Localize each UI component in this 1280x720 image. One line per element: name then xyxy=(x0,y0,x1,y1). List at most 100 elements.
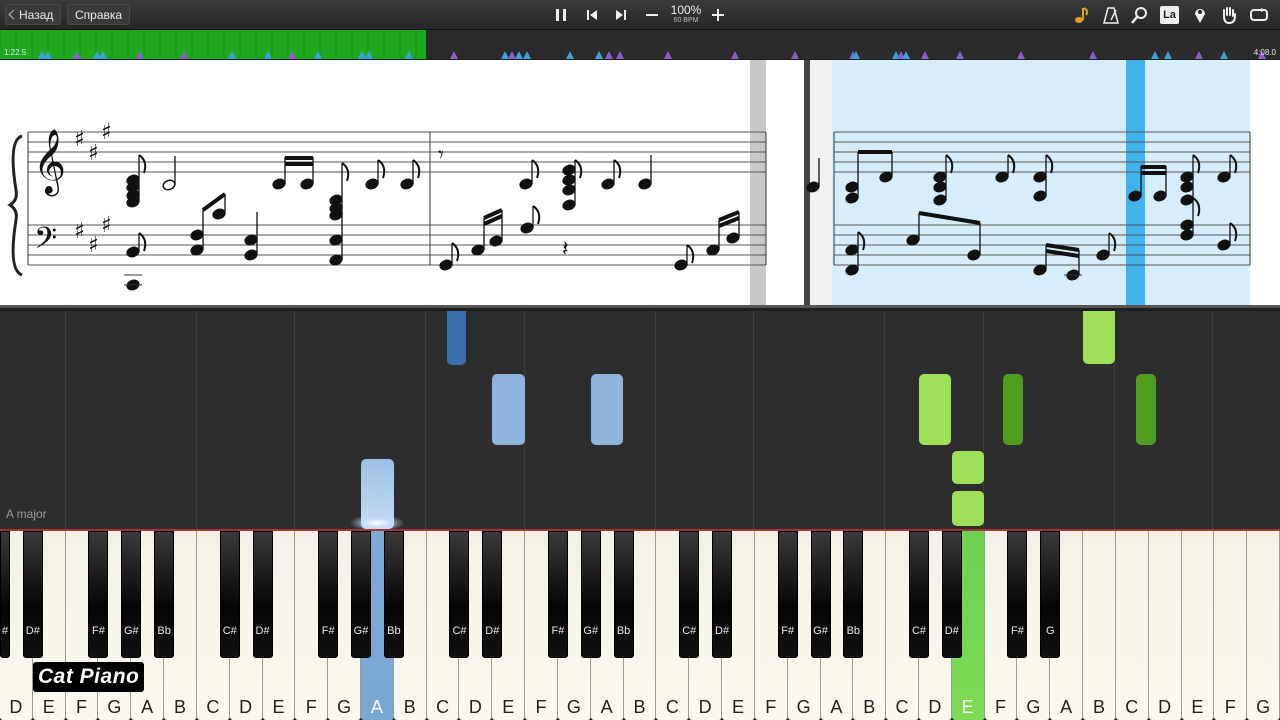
octave-divider xyxy=(1212,311,1213,529)
plus-icon[interactable] xyxy=(708,5,728,25)
black-key[interactable]: Bb xyxy=(613,531,634,658)
key-label: D xyxy=(1158,697,1172,717)
previous-icon[interactable] xyxy=(582,5,602,25)
help-button[interactable]: Справка xyxy=(67,4,131,25)
svg-text:𝄢: 𝄢 xyxy=(34,222,57,263)
black-key[interactable]: G# xyxy=(121,531,142,658)
black-key[interactable]: D# xyxy=(941,531,962,658)
key-label: G xyxy=(1045,625,1055,637)
minus-icon[interactable] xyxy=(642,5,662,25)
key-label: G# xyxy=(123,625,139,637)
octave-divider xyxy=(196,311,197,529)
key-label: G xyxy=(796,697,811,717)
black-key[interactable]: # xyxy=(0,531,10,658)
black-key[interactable]: F# xyxy=(88,531,109,658)
search-icon[interactable] xyxy=(1130,5,1150,25)
elapsed-time: 1:22.5 xyxy=(4,48,27,57)
key-label: F xyxy=(765,697,777,717)
piano-keyboard[interactable]: D E F G A B C D E F G A B C D E F G A B C D E F G A B C D E F G A B C D E F G #… xyxy=(0,529,1280,720)
key-label: G xyxy=(566,697,581,717)
key-label: A xyxy=(600,697,613,717)
black-key[interactable]: C# xyxy=(449,531,470,658)
key-label: E xyxy=(731,697,744,717)
toolbar: Назад Справка 100% 60 BPM La xyxy=(0,0,1280,30)
key-label: F# xyxy=(551,625,565,637)
octave-divider xyxy=(884,311,885,529)
pause-icon[interactable] xyxy=(551,5,571,25)
white-key-b[interactable]: B xyxy=(1083,531,1116,720)
white-key-f[interactable]: F xyxy=(1214,531,1248,720)
black-key[interactable]: D# xyxy=(252,531,273,658)
black-key[interactable]: F# xyxy=(547,531,568,658)
black-key[interactable]: G# xyxy=(810,531,831,658)
back-button[interactable]: Назад xyxy=(5,4,62,25)
black-key[interactable]: G# xyxy=(580,531,601,658)
key-label: D xyxy=(9,697,23,717)
svg-text:♯: ♯ xyxy=(88,141,99,166)
white-key-g[interactable]: G xyxy=(1247,531,1280,720)
key-label: A xyxy=(370,697,383,717)
key-label: B xyxy=(863,697,876,717)
loop-icon[interactable] xyxy=(1249,5,1269,25)
black-key[interactable]: G xyxy=(1040,531,1061,658)
svg-text:♯: ♯ xyxy=(74,219,85,244)
black-key[interactable]: F# xyxy=(777,531,798,658)
black-key[interactable]: D# xyxy=(712,531,733,658)
total-time: 4:08.0 xyxy=(1253,48,1276,57)
key-label: D# xyxy=(944,625,959,637)
zoom-readout: 100% 60 BPM xyxy=(666,4,706,24)
key-label: G xyxy=(107,697,122,717)
white-key-d[interactable]: D xyxy=(1148,531,1182,720)
metronome-icon[interactable] xyxy=(1101,5,1121,25)
key-label: G xyxy=(337,697,352,717)
key-label: E xyxy=(272,697,285,717)
key-label: A xyxy=(830,697,843,717)
svg-text:♯: ♯ xyxy=(101,120,112,145)
key-label: G# xyxy=(583,625,599,637)
black-key[interactable]: C# xyxy=(908,531,929,658)
note-bar xyxy=(492,374,525,445)
key-label: G xyxy=(1256,697,1271,717)
white-key-e[interactable]: E xyxy=(1181,531,1215,720)
marker-icon[interactable] xyxy=(1190,5,1210,25)
white-key-c[interactable]: C xyxy=(1115,531,1149,720)
black-key[interactable]: Bb xyxy=(843,531,864,658)
key-label: F# xyxy=(321,625,335,637)
black-key[interactable]: Bb xyxy=(154,531,175,658)
next-icon[interactable] xyxy=(611,5,631,25)
note-icon[interactable] xyxy=(1072,5,1092,25)
key-label: C# xyxy=(222,625,237,637)
key-label: E xyxy=(42,697,55,717)
svg-text:𝄽: 𝄽 xyxy=(562,236,569,261)
key-label: D xyxy=(468,697,482,717)
key-label: F xyxy=(535,697,547,717)
key-label: C# xyxy=(911,625,926,637)
key-label: E xyxy=(1191,697,1204,717)
key-label: C# xyxy=(682,625,697,637)
hand-icon[interactable] xyxy=(1219,5,1239,25)
black-key[interactable]: G# xyxy=(351,531,372,658)
key-label: C xyxy=(1125,697,1139,717)
key-label: B xyxy=(403,697,416,717)
key-label: C xyxy=(895,697,909,717)
note-bar xyxy=(1136,374,1156,445)
black-key[interactable]: F# xyxy=(318,531,339,658)
falling-notes-area: A major xyxy=(0,311,1280,531)
black-key[interactable]: Bb xyxy=(383,531,404,658)
black-key[interactable]: D# xyxy=(22,531,43,658)
svg-text:♯: ♯ xyxy=(88,233,99,258)
key-label: Bb xyxy=(387,625,401,637)
timeline-scrubber[interactable]: 1:22.5 4:08.0 xyxy=(0,30,1280,59)
octave-divider xyxy=(753,311,754,529)
key-label: D# xyxy=(715,625,730,637)
black-key[interactable]: C# xyxy=(219,531,240,658)
key-label: C xyxy=(665,697,679,717)
black-key[interactable]: F# xyxy=(1007,531,1028,658)
key-label: # xyxy=(1,625,9,637)
label-icon[interactable]: La xyxy=(1160,6,1179,24)
black-key[interactable]: D# xyxy=(482,531,503,658)
timeline-markers xyxy=(0,30,1266,59)
note-bar xyxy=(952,491,984,526)
sheet-music[interactable]: 𝄞 𝄢 ♯ ♯ ♯ ♯ ♯ ♯ 𝄾 𝄽 xyxy=(0,60,1280,308)
black-key[interactable]: C# xyxy=(679,531,700,658)
